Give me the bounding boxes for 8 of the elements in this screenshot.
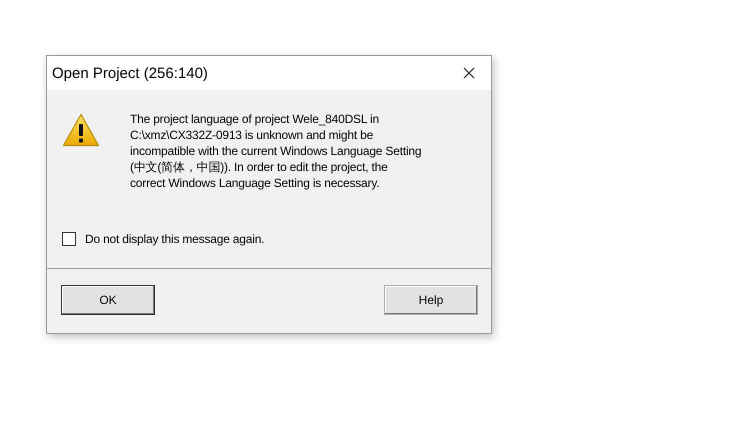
help-button[interactable]: Help — [384, 285, 478, 315]
message-text: The project language of project Wele_840DSL in C:\xmz\CX332Z-0913 is unknown and might be incompatible with the current Windows Language Setting (中文(简体，中国)). In order to edit the project, the correct Windows Language Setting is necessary. — [130, 111, 422, 191]
window-title: Open Project (256:140) — [52, 64, 208, 82]
checkbox[interactable] — [62, 232, 76, 246]
checkbox-label[interactable]: Do not display this message again. — [85, 232, 264, 246]
warning-icon — [62, 113, 100, 147]
close-icon[interactable] — [463, 67, 475, 79]
ok-button[interactable]: OK — [61, 285, 155, 315]
